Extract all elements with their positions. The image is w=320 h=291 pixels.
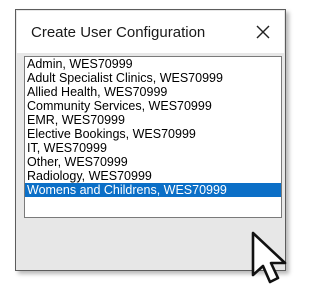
create-user-configuration-dialog: Create User Configuration Admin, WES7099… [15, 9, 286, 271]
list-item[interactable]: EMR, WES70999 [25, 113, 281, 127]
list-item[interactable]: IT, WES70999 [25, 141, 281, 155]
list-item[interactable]: Radiology, WES70999 [25, 169, 281, 183]
configuration-listbox[interactable]: Admin, WES70999 Adult Specialist Clinics… [24, 56, 282, 218]
list-item[interactable]: Allied Health, WES70999 [25, 85, 281, 99]
dialog-titlebar: Create User Configuration [17, 11, 284, 53]
list-item[interactable]: Elective Bookings, WES70999 [25, 127, 281, 141]
list-item[interactable]: Other, WES70999 [25, 155, 281, 169]
list-item[interactable]: Admin, WES70999 [25, 57, 281, 71]
arrow-pointer-icon [251, 231, 287, 284]
list-item[interactable]: Adult Specialist Clinics, WES70999 [25, 71, 281, 85]
dialog-title: Create User Configuration [31, 24, 206, 41]
list-item[interactable]: Community Services, WES70999 [25, 99, 281, 113]
close-button[interactable] [246, 15, 280, 49]
close-icon [256, 25, 270, 39]
list-item[interactable]: Womens and Childrens, WES70999 [25, 183, 281, 197]
